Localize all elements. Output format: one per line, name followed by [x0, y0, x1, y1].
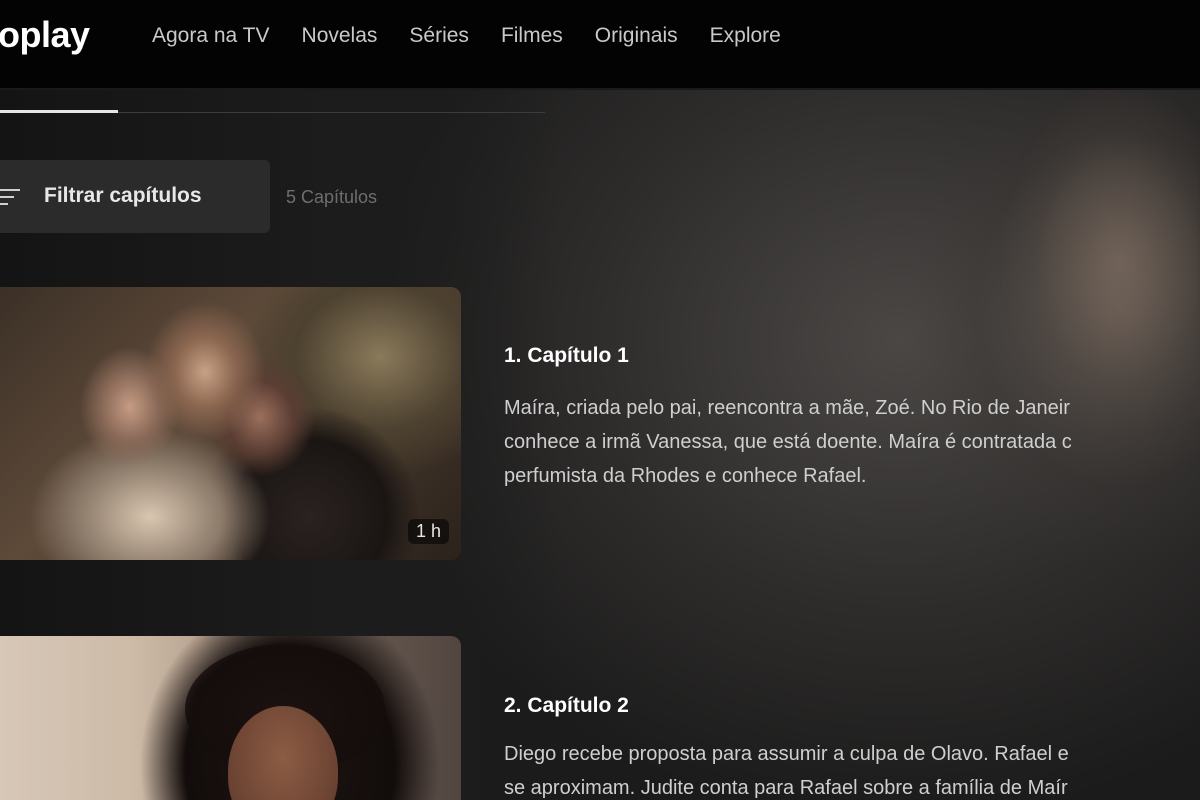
nav-item-explore[interactable]: Explore	[710, 24, 781, 48]
background-figure	[960, 90, 1200, 590]
top-header: oplay Agora na TV Novelas Séries Filmes …	[0, 0, 1200, 88]
filter-chapters-button[interactable]: Filtrar capítulos	[0, 160, 270, 233]
episode-title[interactable]: 1. Capítulo 1	[504, 344, 629, 368]
nav-item-originais[interactable]: Originais	[595, 24, 678, 48]
description-line: se aproximam. Judite conta para Rafael s…	[504, 777, 1068, 799]
page: oplay Agora na TV Novelas Séries Filmes …	[0, 0, 1200, 800]
description-line: Diego recebe proposta para assumir a cul…	[504, 743, 1069, 765]
description-line: Maíra, criada pelo pai, reencontra a mãe…	[504, 397, 1070, 419]
episode-description: Diego recebe proposta para assumir a cul…	[504, 737, 1200, 800]
nav-item-agora-na-tv[interactable]: Agora na TV	[152, 24, 270, 48]
filter-chapters-label: Filtrar capítulos	[44, 184, 202, 207]
description-line: conhece a irmã Vanessa, que está doente.…	[504, 431, 1072, 453]
episode-title[interactable]: 2. Capítulo 2	[504, 694, 629, 718]
nav-item-filmes[interactable]: Filmes	[501, 24, 563, 48]
nav-item-series[interactable]: Séries	[409, 24, 469, 48]
description-line: perfumista da Rhodes e conhece Rafael.	[504, 465, 867, 487]
filter-lines-icon	[0, 189, 20, 205]
logo[interactable]: oplay	[0, 14, 90, 56]
active-tab-indicator	[0, 110, 118, 113]
episode-thumbnail[interactable]: 1 h	[0, 287, 461, 560]
episode-description: Maíra, criada pelo pai, reencontra a mãe…	[504, 391, 1200, 493]
episode-thumbnail[interactable]	[0, 636, 461, 800]
main-nav: Agora na TV Novelas Séries Filmes Origin…	[152, 24, 781, 48]
duration-badge: 1 h	[407, 519, 449, 544]
nav-item-novelas[interactable]: Novelas	[302, 24, 378, 48]
chapter-count: 5 Capítulos	[286, 187, 378, 207]
